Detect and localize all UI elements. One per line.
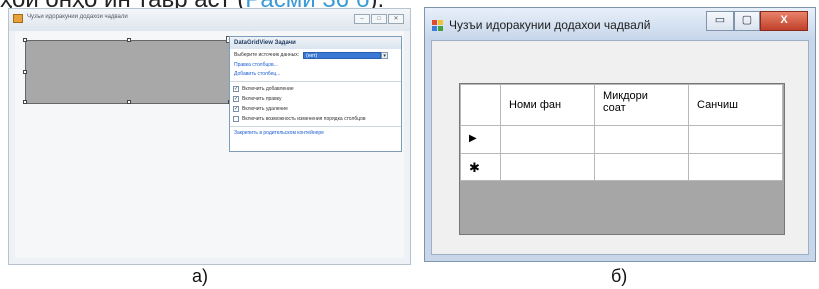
enable-editing-checkbox[interactable]: ✓ (233, 96, 239, 102)
tasks-header: DataGridView Задачи (230, 37, 401, 49)
caption-a: а) (192, 266, 209, 286)
enable-deleting-checkbox[interactable]: ✓ (233, 106, 239, 112)
grid-cell[interactable] (500, 153, 595, 181)
current-row-icon: ▶ (469, 133, 477, 144)
grid-cell[interactable] (594, 125, 689, 154)
enable-editing-label: Включить правку (242, 96, 282, 102)
column-header-label: Санчиш (697, 99, 738, 111)
dock-in-parent-link[interactable]: Закрепить в родительском контейнере (230, 129, 401, 138)
enable-column-reorder-option[interactable]: Включить возможность изменения порядка с… (230, 114, 401, 124)
runtime-window-title: Чузъи идоракунии додахои чадвалй (449, 18, 651, 32)
row-header[interactable]: ✱ (460, 153, 501, 181)
tasks-divider (230, 81, 401, 82)
enable-deleting-label: Включить удаление (242, 106, 288, 112)
enable-column-reorder-checkbox[interactable] (233, 116, 239, 122)
top-left-header-cell[interactable] (460, 84, 501, 126)
column-header[interactable]: Санчиш (688, 84, 783, 126)
datagridview-placeholder[interactable] (23, 38, 232, 104)
resize-handle[interactable] (23, 100, 27, 104)
column-header[interactable]: Номи фан (500, 84, 595, 126)
maximize-button[interactable]: □ (371, 14, 387, 24)
chevron-down-icon[interactable]: ▾ (381, 51, 389, 59)
edit-columns-link[interactable]: Правка столбцов... (230, 61, 401, 70)
data-source-row: Выберите источник данных: (нет) ▾ (230, 49, 401, 61)
tasks-divider (230, 126, 401, 127)
runtime-title-bar[interactable]: Чузъи идоракунии додахои чадвалй ▭ ▢ X (425, 8, 815, 40)
grid-cell[interactable] (594, 153, 689, 181)
data-source-label: Выберите источник данных: (234, 52, 300, 58)
enable-adding-checkbox[interactable]: ✓ (233, 86, 239, 92)
maximize-button[interactable]: ▢ (734, 11, 760, 31)
designer-window-title: Чузъи идоракунии додахои чадвали (27, 14, 128, 20)
enable-deleting-option[interactable]: ✓ Включить удаление (230, 104, 401, 114)
resize-handle[interactable] (127, 100, 131, 104)
resize-handle[interactable] (23, 70, 27, 74)
grid-cell[interactable] (500, 125, 595, 154)
enable-adding-option[interactable]: ✓ Включить добавление (230, 84, 401, 94)
enable-editing-option[interactable]: ✓ Включить правку (230, 94, 401, 104)
resize-handle[interactable] (23, 38, 27, 42)
column-header[interactable]: Микдори соат (594, 84, 689, 126)
column-header-label: Номи фан (509, 99, 562, 111)
grid-cell[interactable] (688, 125, 783, 154)
new-row-icon: ✱ (469, 160, 480, 175)
enable-column-reorder-label: Включить возможность изменения порядка с… (242, 116, 366, 122)
add-column-link[interactable]: Добавить столбец... (230, 70, 401, 79)
designer-title-bar[interactable]: Чузъи идоракунии додахои чадвали – □ ✕ (9, 9, 410, 31)
form-icon (432, 20, 443, 31)
close-button[interactable]: X (760, 11, 808, 31)
row-header[interactable]: ▶ (460, 125, 501, 154)
minimize-button[interactable]: – (354, 14, 370, 24)
designer-caption-buttons: – □ ✕ (354, 14, 404, 24)
resize-handle[interactable] (127, 38, 131, 42)
form-icon (13, 14, 23, 23)
enable-adding-label: Включить добавление (242, 86, 294, 92)
data-source-select[interactable]: (нет) (303, 51, 382, 59)
datagridview-tasks-panel: DataGridView Задачи Выберите источник да… (229, 36, 402, 152)
close-button[interactable]: ✕ (388, 14, 404, 24)
minimize-button[interactable]: ▭ (706, 11, 734, 31)
datagridview[interactable]: Номи фан Микдори соат Санчиш ▶ ✱ (459, 83, 785, 235)
caption-b: б) (611, 266, 628, 286)
column-header-label: Микдори соат (603, 90, 648, 114)
grid-cell[interactable] (688, 153, 783, 181)
